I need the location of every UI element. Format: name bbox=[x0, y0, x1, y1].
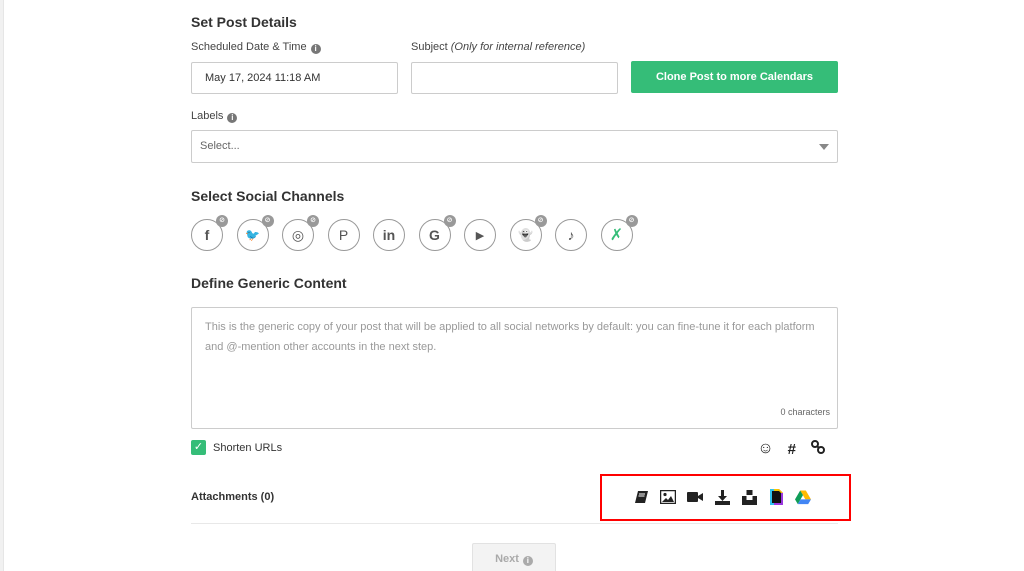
snapchat-channel-button[interactable]: 👻 ⊘ bbox=[509, 215, 547, 251]
disconnected-badge-icon: ⊘ bbox=[443, 215, 456, 227]
attachments-label: Attachments (0) bbox=[191, 491, 275, 503]
set-post-details-title: Set Post Details bbox=[191, 14, 297, 30]
linkedin-icon: in bbox=[382, 227, 396, 243]
info-icon[interactable]: i bbox=[227, 113, 238, 123]
subject-label: Subject (Only for internal reference) bbox=[411, 41, 586, 53]
facebook-icon: f bbox=[204, 227, 210, 243]
twitter-channel-button[interactable]: 🐦 ⊘ bbox=[236, 215, 274, 251]
pinterest-icon: P bbox=[338, 227, 349, 243]
custom-channel-icon: ✗ bbox=[609, 227, 624, 244]
google-business-icon: G bbox=[429, 227, 440, 243]
google-drive-icon[interactable] bbox=[795, 489, 811, 505]
content-placeholder: This is the generic copy of your post th… bbox=[205, 321, 815, 353]
video-icon[interactable] bbox=[687, 489, 703, 505]
disconnected-badge-icon: ⊘ bbox=[261, 215, 274, 227]
labels-select[interactable]: Select... bbox=[191, 130, 838, 163]
shorten-urls-checkbox[interactable]: ✓ bbox=[191, 440, 206, 455]
social-channel-list: f ⊘ 🐦 ⊘ ◎ ⊘ P in G ⊘ ▶ 👻 ⊘ ♪ ✗ ⊘ bbox=[191, 215, 646, 251]
snapchat-icon: 👻 bbox=[518, 228, 533, 242]
generic-content-textarea[interactable]: This is the generic copy of your post th… bbox=[191, 307, 838, 429]
tiktok-channel-button[interactable]: ♪ bbox=[555, 219, 587, 251]
info-icon[interactable]: i bbox=[310, 44, 321, 54]
character-count: 0 characters bbox=[780, 407, 830, 417]
instagram-channel-button[interactable]: ◎ ⊘ bbox=[282, 215, 319, 251]
library-icon[interactable] bbox=[633, 489, 649, 505]
linkedin-channel-button[interactable]: in bbox=[373, 219, 405, 251]
scheduled-date-input[interactable]: May 17, 2024 11:18 AM bbox=[191, 62, 398, 94]
disconnected-badge-icon: ⊘ bbox=[534, 215, 547, 227]
link-icon[interactable] bbox=[810, 439, 826, 459]
twitter-icon: 🐦 bbox=[245, 228, 260, 242]
emoji-icon[interactable]: ☺ bbox=[757, 440, 773, 458]
disconnected-badge-icon: ⊘ bbox=[216, 215, 228, 227]
divider bbox=[191, 523, 838, 524]
google-business-channel-button[interactable]: G ⊘ bbox=[418, 215, 456, 251]
disconnected-badge-icon: ⊘ bbox=[307, 215, 319, 227]
instagram-icon: ◎ bbox=[291, 226, 305, 243]
select-social-channels-title: Select Social Channels bbox=[191, 188, 345, 204]
youtube-icon: ▶ bbox=[475, 229, 485, 242]
unsplash-icon[interactable] bbox=[741, 489, 757, 505]
canva-icon[interactable] bbox=[768, 489, 784, 505]
custom-channel-button[interactable]: ✗ ⊘ bbox=[600, 215, 638, 251]
attachment-icon-bar bbox=[633, 489, 811, 505]
dropdown-caret-icon bbox=[819, 144, 829, 150]
download-icon[interactable] bbox=[714, 489, 730, 505]
disconnected-badge-icon: ⊘ bbox=[625, 215, 638, 227]
info-icon: i bbox=[522, 556, 533, 566]
scheduled-label: Scheduled Date & Time i bbox=[191, 41, 321, 54]
next-button[interactable]: Next i bbox=[472, 543, 556, 571]
content-tools: ☺ # bbox=[757, 439, 826, 459]
facebook-channel-button[interactable]: f ⊘ bbox=[191, 215, 228, 251]
left-rail bbox=[0, 0, 4, 571]
pinterest-channel-button[interactable]: P bbox=[327, 219, 360, 251]
subject-input[interactable] bbox=[411, 62, 618, 94]
define-generic-content-title: Define Generic Content bbox=[191, 275, 347, 291]
youtube-channel-button[interactable]: ▶ bbox=[464, 219, 496, 251]
shorten-urls-label: Shorten URLs bbox=[213, 442, 283, 454]
labels-label: Labels i bbox=[191, 110, 238, 123]
image-icon[interactable] bbox=[660, 489, 676, 505]
tiktok-icon: ♪ bbox=[567, 227, 575, 243]
hashtag-icon[interactable]: # bbox=[788, 441, 796, 458]
clone-post-button[interactable]: Clone Post to more Calendars bbox=[631, 61, 838, 93]
